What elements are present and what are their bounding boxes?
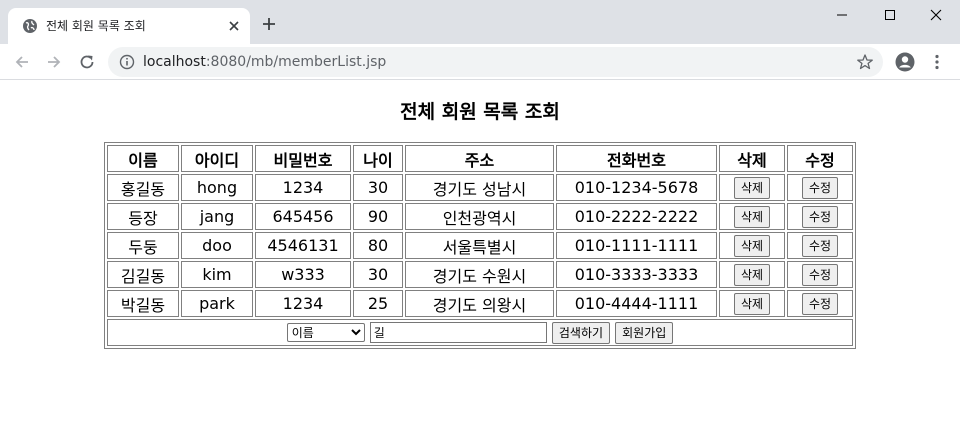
cell-age: 30 — [353, 174, 403, 201]
page-title: 전체 회원 목록 조회 — [400, 101, 560, 123]
table-row: 두둥 doo 4546131 80 서울특별시 010-1111-1111 삭제… — [107, 232, 853, 259]
close-tab-icon[interactable] — [227, 19, 241, 33]
search-row: 이름 검색하기 회원가입 — [107, 319, 853, 346]
cell-name: 등장 — [107, 203, 179, 230]
cell-id: jang — [181, 203, 253, 230]
delete-button[interactable]: 삭제 — [733, 292, 771, 315]
cell-phone: 010-4444-1111 — [556, 290, 717, 317]
table-row: 홍길동 hong 1234 30 경기도 성남시 010-1234-5678 삭… — [107, 174, 853, 201]
header-password: 비밀번호 — [255, 145, 351, 172]
edit-button[interactable]: 수정 — [801, 205, 839, 228]
cell-id: kim — [181, 261, 253, 288]
cell-delete: 삭제 — [719, 232, 785, 259]
cell-delete: 삭제 — [719, 174, 785, 201]
search-cell: 이름 검색하기 회원가입 — [107, 319, 853, 346]
cell-delete: 삭제 — [719, 261, 785, 288]
cell-phone: 010-1234-5678 — [556, 174, 717, 201]
cell-age: 30 — [353, 261, 403, 288]
table-row: 박길동 park 1234 25 경기도 의왕시 010-4444-1111 삭… — [107, 290, 853, 317]
cell-phone: 010-2222-2222 — [556, 203, 717, 230]
cell-edit: 수정 — [787, 203, 853, 230]
cell-address: 인천광역시 — [405, 203, 554, 230]
cell-address: 경기도 의왕시 — [405, 290, 554, 317]
cell-age: 90 — [353, 203, 403, 230]
header-name: 이름 — [107, 145, 179, 172]
delete-button[interactable]: 삭제 — [733, 234, 771, 257]
cell-age: 80 — [353, 232, 403, 259]
cell-edit: 수정 — [787, 232, 853, 259]
cell-address: 경기도 성남시 — [405, 174, 554, 201]
cell-id: doo — [181, 232, 253, 259]
new-tab-icon[interactable] — [261, 16, 277, 32]
delete-button[interactable]: 삭제 — [733, 176, 771, 199]
header-edit: 수정 — [787, 145, 853, 172]
browser-toolbar: localhost:8080/mb/memberList.jsp — [0, 44, 960, 80]
forward-arrow-icon[interactable] — [45, 53, 63, 71]
cell-name: 홍길동 — [107, 174, 179, 201]
back-arrow-icon[interactable] — [13, 53, 31, 71]
cell-delete: 삭제 — [719, 290, 785, 317]
search-button[interactable]: 검색하기 — [551, 321, 611, 344]
cell-phone: 010-3333-3333 — [556, 261, 717, 288]
title-bar: 전체 회원 목록 조회 — [0, 0, 960, 44]
cell-password: 645456 — [255, 203, 351, 230]
globe-icon — [23, 19, 37, 33]
header-delete: 삭제 — [719, 145, 785, 172]
profile-avatar-icon[interactable] — [895, 52, 915, 72]
table-row: 등장 jang 645456 90 인천광역시 010-2222-2222 삭제… — [107, 203, 853, 230]
cell-edit: 수정 — [787, 261, 853, 288]
header-phone: 전화번호 — [556, 145, 717, 172]
minimize-icon[interactable] — [835, 8, 849, 22]
edit-button[interactable]: 수정 — [801, 176, 839, 199]
cell-delete: 삭제 — [719, 203, 785, 230]
join-member-button[interactable]: 회원가입 — [615, 321, 674, 344]
more-menu-icon[interactable] — [930, 53, 944, 71]
cell-password: 1234 — [255, 174, 351, 201]
address-bar[interactable]: localhost:8080/mb/memberList.jsp — [108, 47, 883, 77]
cell-password: 1234 — [255, 290, 351, 317]
header-age: 나이 — [353, 145, 403, 172]
search-input[interactable] — [369, 322, 547, 343]
delete-button[interactable]: 삭제 — [733, 263, 771, 286]
edit-button[interactable]: 수정 — [801, 292, 839, 315]
search-field-select[interactable]: 이름 — [286, 323, 365, 342]
page-content: 전체 회원 목록 조회 이름 아이디 비밀번호 나이 주소 전화번호 삭제 수정… — [0, 81, 960, 435]
delete-button[interactable]: 삭제 — [733, 205, 771, 228]
cell-password: w333 — [255, 261, 351, 288]
url-text[interactable]: localhost:8080/mb/memberList.jsp — [143, 54, 386, 70]
edit-button[interactable]: 수정 — [801, 234, 839, 257]
cell-id: hong — [181, 174, 253, 201]
cell-id: park — [181, 290, 253, 317]
edit-button[interactable]: 수정 — [801, 263, 839, 286]
info-icon[interactable] — [119, 54, 135, 70]
cell-name: 두둥 — [107, 232, 179, 259]
maximize-icon[interactable] — [883, 8, 897, 22]
member-table: 이름 아이디 비밀번호 나이 주소 전화번호 삭제 수정 홍길동 hong 12… — [104, 142, 856, 349]
browser-tab[interactable]: 전체 회원 목록 조회 — [8, 8, 250, 44]
url-path: :8080/mb/memberList.jsp — [205, 54, 387, 70]
cell-name: 박길동 — [107, 290, 179, 317]
close-window-icon[interactable] — [929, 8, 943, 22]
tab-title: 전체 회원 목록 조회 — [46, 19, 146, 33]
header-address: 주소 — [405, 145, 554, 172]
cell-age: 25 — [353, 290, 403, 317]
cell-name: 김길동 — [107, 261, 179, 288]
url-host: localhost — [143, 54, 206, 70]
cell-address: 서울특별시 — [405, 232, 554, 259]
cell-password: 4546131 — [255, 232, 351, 259]
header-id: 아이디 — [181, 145, 253, 172]
table-row: 김길동 kim w333 30 경기도 수원시 010-3333-3333 삭제… — [107, 261, 853, 288]
cell-edit: 수정 — [787, 290, 853, 317]
reload-icon[interactable] — [78, 53, 96, 71]
table-header-row: 이름 아이디 비밀번호 나이 주소 전화번호 삭제 수정 — [107, 145, 853, 172]
cell-address: 경기도 수원시 — [405, 261, 554, 288]
bookmark-star-icon[interactable] — [856, 53, 874, 71]
cell-phone: 010-1111-1111 — [556, 232, 717, 259]
cell-edit: 수정 — [787, 174, 853, 201]
